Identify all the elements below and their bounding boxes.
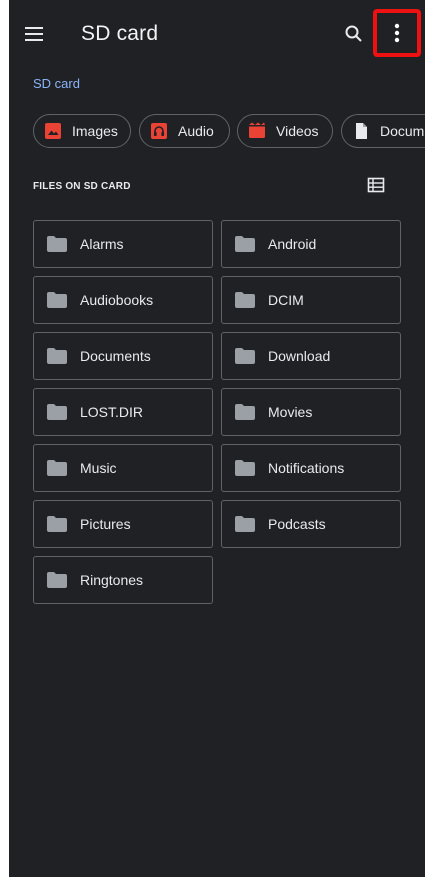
image-icon [45, 123, 61, 139]
folder-item[interactable]: Download [221, 332, 401, 380]
chip-videos[interactable]: Videos [237, 114, 333, 148]
search-icon[interactable] [342, 22, 366, 46]
folder-icon [47, 292, 67, 308]
chip-label: Docume [380, 123, 425, 139]
more-options-button[interactable] [373, 9, 421, 57]
folder-icon [235, 460, 255, 476]
folder-name: Alarms [80, 236, 124, 252]
folder-icon [235, 292, 255, 308]
list-view-icon[interactable] [367, 177, 387, 195]
folder-name: Ringtones [80, 572, 144, 588]
folder-item[interactable]: DCIM [221, 276, 401, 324]
chip-audio[interactable]: Audio [139, 114, 230, 148]
more-vert-icon [394, 23, 400, 43]
folder-name: Audiobooks [80, 292, 154, 308]
folder-item[interactable]: Audiobooks [33, 276, 213, 324]
folder-name: Pictures [80, 516, 131, 532]
folder-name: Music [80, 460, 117, 476]
folder-icon [47, 348, 67, 364]
folder-name: Download [268, 348, 331, 364]
chip-images[interactable]: Images [33, 114, 131, 148]
folder-item[interactable]: Podcasts [221, 500, 401, 548]
audio-icon [151, 123, 167, 139]
page-title: SD card [81, 22, 159, 45]
app-bar: SD card [9, 0, 425, 70]
video-icon [249, 122, 265, 138]
folder-icon [235, 516, 255, 532]
folder-icon [47, 236, 67, 252]
folder-name: LOST.DIR [80, 404, 144, 420]
folder-item[interactable]: Music [33, 444, 213, 492]
folder-icon [235, 236, 255, 252]
folder-name: Podcasts [268, 516, 326, 532]
folder-icon [235, 404, 255, 420]
folder-item[interactable]: Pictures [33, 500, 213, 548]
folder-item[interactable]: Documents [33, 332, 213, 380]
section-title: FILES ON SD CARD [33, 181, 131, 192]
folder-item[interactable]: Notifications [221, 444, 401, 492]
folder-name: Android [268, 236, 317, 252]
folder-item[interactable]: LOST.DIR [33, 388, 213, 436]
folder-item[interactable]: Alarms [33, 220, 213, 268]
folder-name: DCIM [268, 292, 304, 308]
folder-icon [47, 404, 67, 420]
folder-item[interactable]: Ringtones [33, 556, 213, 604]
chip-label: Images [72, 123, 118, 139]
folder-name: Documents [80, 348, 151, 364]
folder-icon [47, 572, 67, 588]
folder-icon [47, 460, 67, 476]
document-icon [356, 123, 367, 139]
folder-name: Movies [268, 404, 313, 420]
folder-item[interactable]: Android [221, 220, 401, 268]
folder-icon [235, 348, 255, 364]
folder-name: Notifications [268, 460, 345, 476]
chip-label: Audio [178, 123, 214, 139]
hamburger-menu-icon[interactable] [23, 24, 49, 46]
breadcrumb[interactable]: SD card [33, 76, 80, 91]
folder-item[interactable]: Movies [221, 388, 401, 436]
chip-label: Videos [276, 123, 319, 139]
file-browser-screen: SD card SD card Images Audio Videos Docu… [9, 0, 425, 877]
chip-documents[interactable]: Docume [341, 114, 425, 148]
folder-icon [47, 516, 67, 532]
